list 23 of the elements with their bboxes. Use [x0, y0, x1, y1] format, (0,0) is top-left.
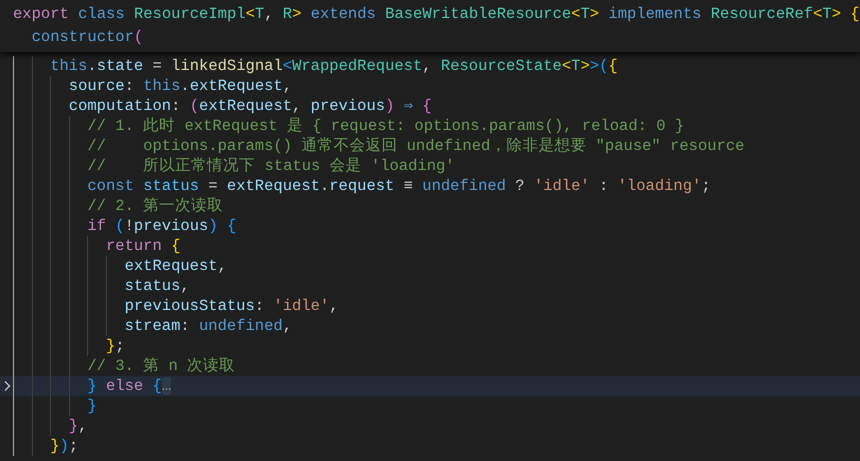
code-line: // 1. 此时 extRequest 是 { request: options.params(), reload: 0 } — [87, 116, 684, 136]
code-line: previousStatus: 'idle', — [124, 296, 339, 316]
code-line: this.state = linkedSignal<WrappedRequest, ResourceState<T>>({ — [50, 56, 618, 76]
code-line: constructor( — [32, 26, 144, 46]
code-line: }); — [50, 436, 78, 456]
code-line: export class ResourceImpl<T, R> extends BaseWritableResource<T> implements ResourceRef<T> { — [13, 4, 860, 24]
code-line: // 2. 第一次读取 — [87, 196, 224, 216]
code-line: extRequest, — [124, 256, 227, 276]
code-line: // options.params() 通常不会返回 undefined，除非是想要 "pause" resource — [87, 136, 744, 156]
expand-chevron-icon[interactable] — [2, 380, 10, 392]
code-line: // 3. 第 n 次读取 — [87, 356, 236, 376]
code-line: // 所以正常情况下 status 会是 'loading' — [87, 156, 455, 176]
code-line: } — [87, 396, 97, 416]
code-line: } else {… — [87, 376, 172, 396]
code-line: return { — [106, 236, 180, 256]
code-line: const status = extRequest.request ≡ undefined ? 'idle' : 'loading'; — [87, 176, 711, 196]
code-line: if (!previous) { — [87, 216, 236, 236]
code-line: stream: undefined, — [124, 316, 292, 336]
code-line: status, — [124, 276, 190, 296]
code-line: computation: (extRequest, previous) ⇒ { — [68, 96, 432, 116]
code-line: source: this.extRequest, — [68, 76, 292, 96]
code-line: }, — [68, 416, 88, 436]
code-line: }; — [106, 336, 125, 356]
